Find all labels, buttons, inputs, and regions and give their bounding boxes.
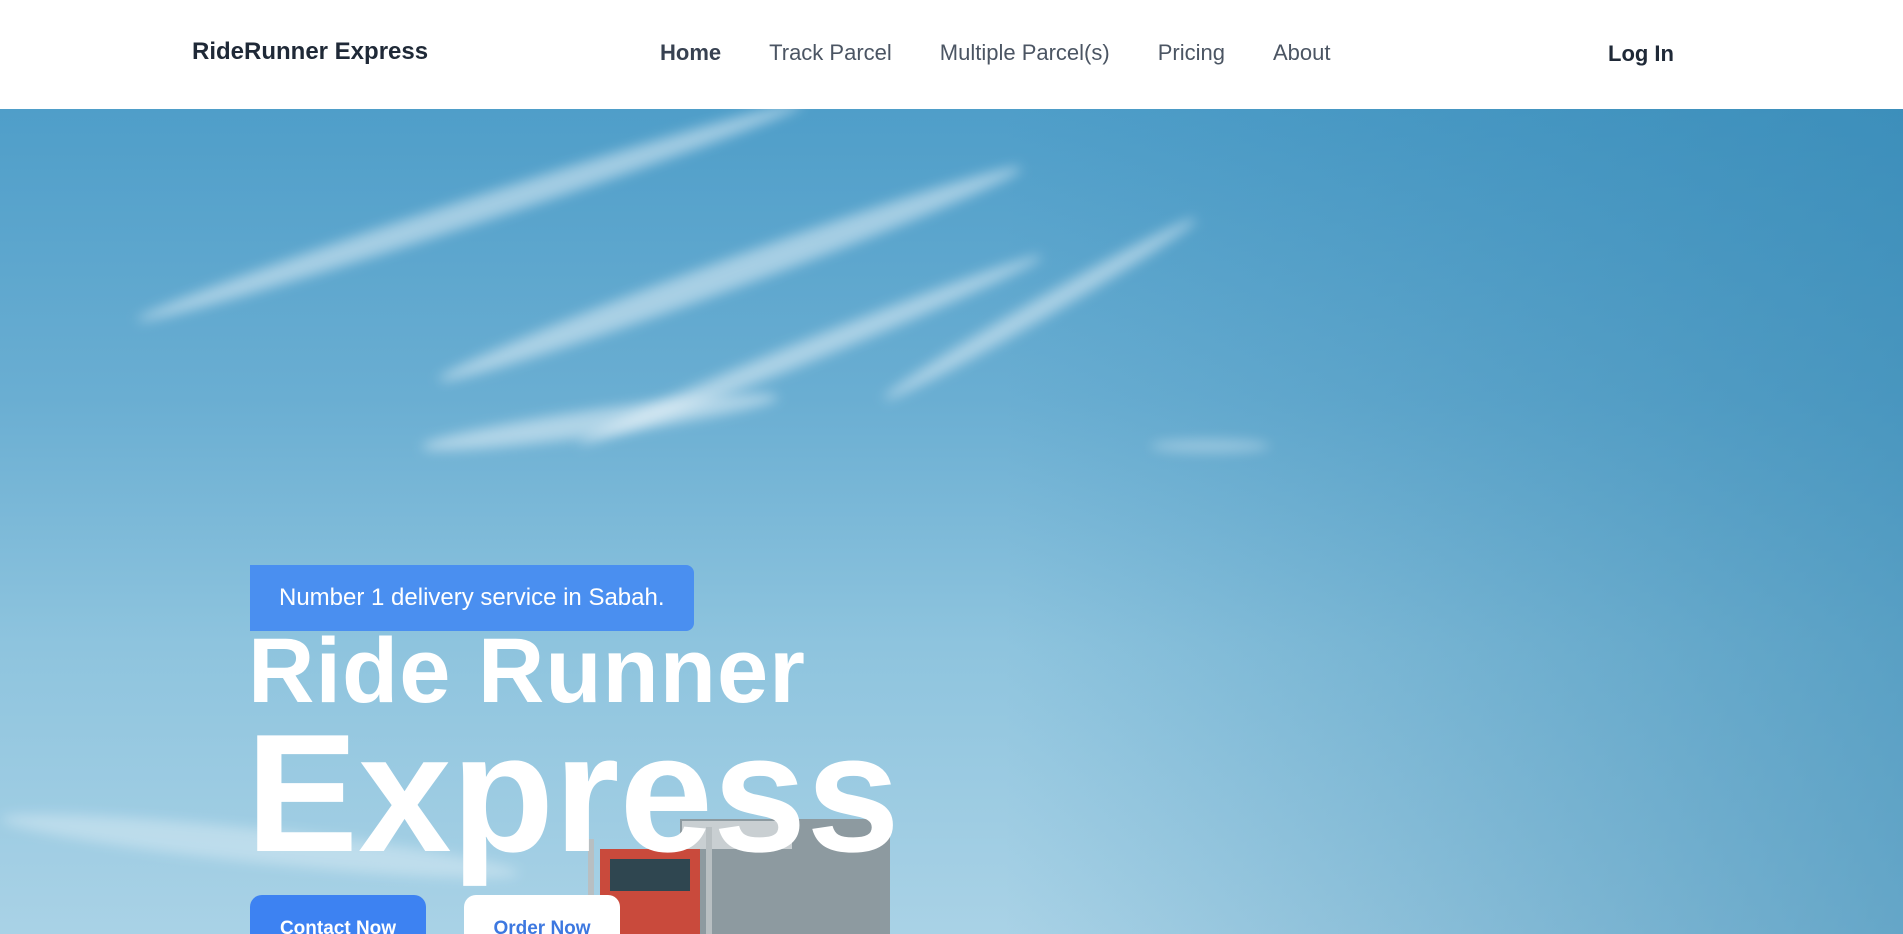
nav-link-multiple-parcels[interactable]: Multiple Parcel(s) (940, 40, 1110, 66)
hero-background-shade (1003, 109, 1903, 934)
cloud-wisp (1150, 439, 1270, 453)
cloud-wisp (133, 109, 807, 333)
hero-section: Number 1 delivery service in Sabah. Ride… (0, 109, 1903, 934)
nav-link-track-parcel[interactable]: Track Parcel (769, 40, 892, 66)
nav-link-about[interactable]: About (1273, 40, 1331, 66)
cloud-wisp (419, 384, 781, 460)
contact-now-button[interactable]: Contact Now (250, 895, 426, 934)
nav-link-pricing[interactable]: Pricing (1158, 40, 1225, 66)
brand-logo[interactable]: RideRunner Express (192, 38, 428, 66)
hero-title-line2: Express (246, 699, 900, 887)
order-now-button[interactable]: Order Now (464, 895, 620, 934)
login-link[interactable]: Log In (1608, 41, 1674, 67)
nav-links: Home Track Parcel Multiple Parcel(s) Pri… (660, 40, 1330, 66)
nav-link-home[interactable]: Home (660, 40, 721, 66)
navbar: RideRunner Express Home Track Parcel Mul… (0, 0, 1903, 109)
